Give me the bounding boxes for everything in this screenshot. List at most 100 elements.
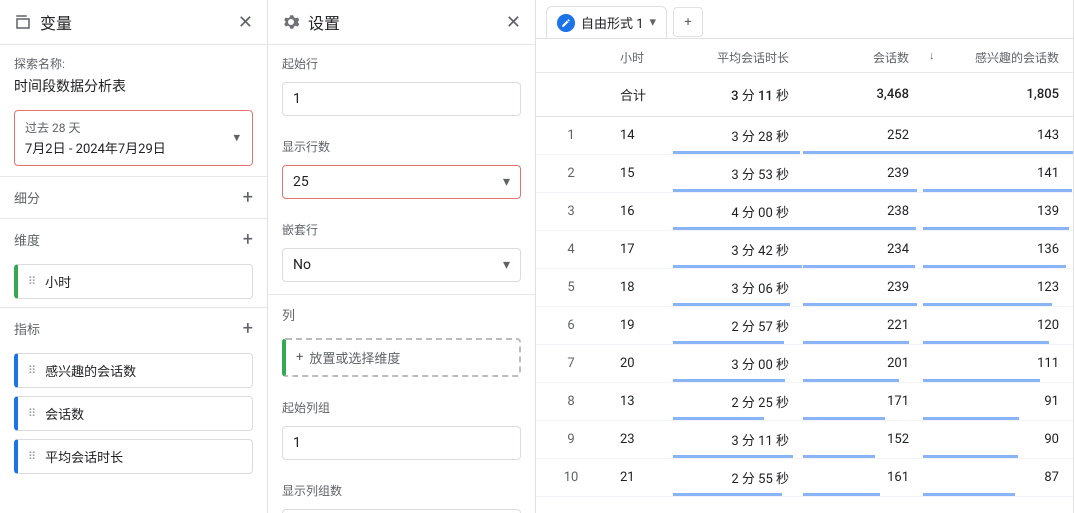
chevron-down-icon[interactable]: ▾ xyxy=(650,15,657,30)
metric-chip[interactable]: ⠿会话数 xyxy=(14,396,253,431)
data-table: 小时 平均会话时长 会话数 感兴趣的会话数 合计 3 分 11 秒 3,468 … xyxy=(536,39,1073,497)
cell-hour: 16 xyxy=(606,193,673,231)
column-drop-target[interactable]: + 放置或选择维度 xyxy=(282,338,521,377)
cell-engaged: 136 xyxy=(923,231,1073,269)
table-row[interactable]: 4173 分 42 秒234136 xyxy=(536,231,1073,269)
columns-label: 列 xyxy=(282,305,295,324)
add-segment-button[interactable]: + xyxy=(243,187,253,208)
col-header-index[interactable] xyxy=(536,39,606,73)
cell-hour: 14 xyxy=(606,117,673,155)
table-row[interactable]: 3164 分 00 秒238139 xyxy=(536,193,1073,231)
chip-label: 平均会话时长 xyxy=(45,447,123,466)
visualization-panel: 自由形式 1 ▾ + 小时 平均会话时长 会话数 感兴趣的会话数 合计 3 分 … xyxy=(536,0,1074,513)
cell-duration: 2 分 25 秒 xyxy=(673,383,803,421)
metrics-section: 指标 + xyxy=(0,307,267,349)
cell-hour: 18 xyxy=(606,269,673,307)
tab-freeform[interactable]: 自由形式 1 ▾ xyxy=(546,6,667,38)
table-row[interactable]: 10212 分 55 秒16187 xyxy=(536,459,1073,497)
cell-index: 7 xyxy=(536,345,606,383)
show-rows-select[interactable]: 25 ▾ xyxy=(282,165,521,199)
cell-hour: 23 xyxy=(606,421,673,459)
date-range-label: 过去 28 天 xyxy=(25,119,242,136)
table-row[interactable]: 9233 分 11 秒15290 xyxy=(536,421,1073,459)
nested-rows-value: No xyxy=(293,257,311,273)
cell-engaged: 141 xyxy=(923,155,1073,193)
totals-duration: 3 分 11 秒 xyxy=(673,73,803,117)
cell-index: 5 xyxy=(536,269,606,307)
add-metric-button[interactable]: + xyxy=(243,318,253,339)
cell-hour: 19 xyxy=(606,307,673,345)
cell-engaged: 123 xyxy=(923,269,1073,307)
start-col-group-input[interactable]: 1 xyxy=(282,426,521,460)
cell-hour: 21 xyxy=(606,459,673,497)
cell-index: 6 xyxy=(536,307,606,345)
cell-index: 9 xyxy=(536,421,606,459)
cell-duration: 3 分 53 秒 xyxy=(673,155,803,193)
start-row-label: 起始行 xyxy=(282,55,521,72)
totals-engaged: 1,805 xyxy=(923,73,1073,117)
cell-duration: 3 分 11 秒 xyxy=(673,421,803,459)
cell-sessions: 239 xyxy=(803,269,923,307)
nested-rows-select[interactable]: No ▾ xyxy=(282,248,521,282)
cell-duration: 4 分 00 秒 xyxy=(673,193,803,231)
settings-panel: 设置 ✕ 起始行 1 显示行数 25 ▾ 嵌套行 No ▾ 列 + 放置或选择维… xyxy=(268,0,536,513)
metrics-label: 指标 xyxy=(14,319,40,338)
cell-duration: 3 分 06 秒 xyxy=(673,269,803,307)
dimensions-label: 维度 xyxy=(14,230,40,249)
cell-index: 3 xyxy=(536,193,606,231)
cell-engaged: 90 xyxy=(923,421,1073,459)
table-row[interactable]: 1143 分 28 秒252143 xyxy=(536,117,1073,155)
cell-engaged: 111 xyxy=(923,345,1073,383)
table-row[interactable]: 2153 分 53 秒239141 xyxy=(536,155,1073,193)
cell-duration: 2 分 57 秒 xyxy=(673,307,803,345)
chip-label: 会话数 xyxy=(45,404,84,423)
start-row-input[interactable]: 1 xyxy=(282,82,521,116)
start-col-group-label: 起始列组 xyxy=(282,399,521,416)
date-range-value: 7月2日 - 2024年7月29日 xyxy=(25,138,242,157)
col-header-duration[interactable]: 平均会话时长 xyxy=(673,39,803,73)
cell-engaged: 120 xyxy=(923,307,1073,345)
close-icon[interactable]: ✕ xyxy=(506,12,521,33)
table-row[interactable]: 6192 分 57 秒221120 xyxy=(536,307,1073,345)
dimension-chip-hour[interactable]: ⠿ 小时 xyxy=(14,264,253,299)
settings-title: 设置 xyxy=(308,10,340,34)
cell-hour: 15 xyxy=(606,155,673,193)
tab-bar: 自由形式 1 ▾ + xyxy=(536,0,1073,39)
col-header-hour[interactable]: 小时 xyxy=(606,39,673,73)
cell-index: 1 xyxy=(536,117,606,155)
segments-label: 细分 xyxy=(14,188,40,207)
cell-sessions: 201 xyxy=(803,345,923,383)
chevron-down-icon: ▾ xyxy=(503,257,510,273)
totals-row: 合计 3 分 11 秒 3,468 1,805 xyxy=(536,73,1073,117)
date-range-picker[interactable]: 过去 28 天 7月2日 - 2024年7月29日 ▾ xyxy=(14,110,253,166)
cell-index: 10 xyxy=(536,459,606,497)
grip-icon: ⠿ xyxy=(28,275,37,288)
tab-label: 自由形式 1 xyxy=(581,13,644,32)
add-tab-button[interactable]: + xyxy=(673,7,703,37)
col-header-sessions[interactable]: 会话数 xyxy=(803,39,923,73)
table-row[interactable]: 7203 分 00 秒201111 xyxy=(536,345,1073,383)
chevron-down-icon: ▾ xyxy=(503,174,510,190)
col-header-engaged[interactable]: 感兴趣的会话数 xyxy=(923,39,1073,73)
close-icon[interactable]: ✕ xyxy=(238,12,253,33)
explore-name-label: 探索名称: xyxy=(14,55,253,72)
table-row[interactable]: 5183 分 06 秒239123 xyxy=(536,269,1073,307)
table-row[interactable]: 8132 分 25 秒17191 xyxy=(536,383,1073,421)
segments-section: 细分 + xyxy=(0,176,267,218)
settings-header: 设置 ✕ xyxy=(268,0,535,45)
chip-label: 小时 xyxy=(45,272,71,291)
totals-sessions: 3,468 xyxy=(803,73,923,117)
cell-engaged: 87 xyxy=(923,459,1073,497)
show-col-groups-select[interactable]: 5 ▾ xyxy=(282,509,521,513)
metric-chip[interactable]: ⠿感兴趣的会话数 xyxy=(14,353,253,388)
show-col-groups-label: 显示列组数 xyxy=(282,482,521,499)
dimensions-section: 维度 + xyxy=(0,218,267,260)
cell-duration: 3 分 28 秒 xyxy=(673,117,803,155)
plus-icon: + xyxy=(296,350,303,365)
metric-chip[interactable]: ⠿平均会话时长 xyxy=(14,439,253,474)
variables-title: 变量 xyxy=(40,10,72,34)
add-dimension-button[interactable]: + xyxy=(243,229,253,250)
variables-header: 变量 ✕ xyxy=(0,0,267,45)
explore-name-value[interactable]: 时间段数据分析表 xyxy=(14,76,253,96)
columns-section: 列 xyxy=(268,294,535,334)
